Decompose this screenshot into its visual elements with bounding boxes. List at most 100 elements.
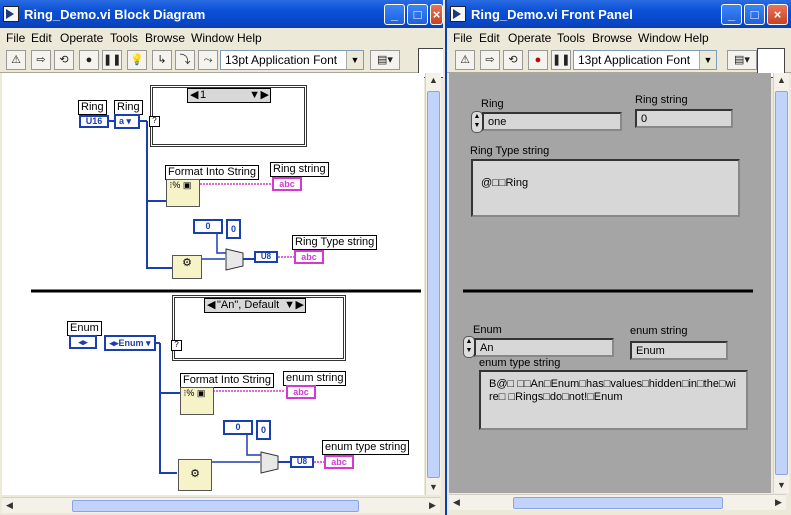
- enum-value: An: [480, 342, 494, 354]
- menu-edit[interactable]: Edit: [31, 31, 52, 45]
- bd-titlebar[interactable]: Ring_Demo.vi Block Diagram _ □ ×: [0, 0, 443, 28]
- case-increment-icon[interactable]: ▶: [296, 299, 304, 312]
- menu-tools[interactable]: Tools: [110, 31, 138, 45]
- menu-help[interactable]: Help: [684, 31, 709, 45]
- chevron-down-icon: ▼: [346, 51, 363, 69]
- font-selector[interactable]: 13pt Application Font ▼: [573, 50, 717, 70]
- align-objects-icon[interactable]: ▤▾: [727, 50, 757, 70]
- menu-edit[interactable]: Edit: [479, 31, 500, 45]
- menu-operate[interactable]: Operate: [508, 31, 551, 45]
- block-diagram-canvas[interactable]: Ring U16 Ring a ▾ ◀ 1 ▼ ▶ ? Format Into …: [2, 73, 424, 495]
- case-decrement-icon[interactable]: ◀: [190, 89, 198, 102]
- enum-string-terminal[interactable]: abc: [286, 385, 316, 399]
- menu-help[interactable]: Help: [237, 31, 262, 45]
- numeric-constant-bottom-2[interactable]: 0: [256, 420, 271, 440]
- front-panel-canvas[interactable]: Ring ▲ ▼ one Ring string 0 Ring Type stri…: [449, 73, 771, 493]
- format-into-string-node[interactable]: ⁝% ▣: [166, 179, 200, 207]
- chevron-down-icon[interactable]: ▼: [284, 299, 295, 312]
- numeric-constant-top[interactable]: 0: [193, 219, 223, 234]
- maximize-icon[interactable]: □: [744, 4, 765, 25]
- run-arrow-icon[interactable]: ⇨: [31, 50, 51, 70]
- variant-to-data-node[interactable]: ⚙: [172, 255, 202, 279]
- format-into-string-node-2[interactable]: ⁝% ▣: [180, 387, 214, 415]
- scroll-up-icon[interactable]: ▲: [427, 74, 440, 87]
- type-cast-node-bottom[interactable]: U8: [290, 456, 314, 468]
- scroll-left-icon[interactable]: ◀: [3, 499, 16, 512]
- scroll-up-icon[interactable]: ▲: [775, 74, 788, 87]
- menu-tools[interactable]: Tools: [557, 31, 585, 45]
- top-case-selector[interactable]: ◀ 1 ▼ ▶: [187, 88, 271, 103]
- enum-type-string-value: B@□ □□An□Enum□has□values□hidden□in□the□w…: [489, 378, 736, 403]
- align-objects-icon[interactable]: ▤▾: [370, 50, 400, 70]
- ring-type-string-label: Ring Type string: [292, 235, 378, 250]
- menu-window[interactable]: Window: [638, 31, 681, 45]
- numeric-constant-top-2[interactable]: 0: [226, 219, 241, 239]
- case-increment-icon[interactable]: ▶: [261, 89, 269, 102]
- minimize-icon[interactable]: _: [384, 4, 405, 25]
- warning-icon[interactable]: ⚠: [6, 50, 26, 70]
- fp-vscroll-thumb[interactable]: [775, 91, 788, 475]
- bd-hscroll-thumb[interactable]: [72, 500, 359, 512]
- menu-file[interactable]: File: [453, 31, 472, 45]
- abort-icon[interactable]: ●: [79, 50, 99, 70]
- scroll-left-icon[interactable]: ◀: [450, 496, 463, 509]
- ring-control[interactable]: one: [482, 112, 622, 131]
- retain-wire-values-icon[interactable]: ↳: [152, 50, 172, 70]
- run-continuous-icon[interactable]: ⟲: [503, 50, 523, 70]
- run-continuous-icon[interactable]: ⟲: [54, 50, 74, 70]
- fp-hscroll-thumb[interactable]: [513, 497, 723, 509]
- enum-string-value: Enum: [636, 345, 665, 357]
- enum-type-string-terminal[interactable]: abc: [324, 455, 354, 469]
- abort-icon[interactable]: ●: [528, 50, 548, 70]
- scroll-right-icon[interactable]: ▶: [772, 496, 785, 509]
- menu-operate[interactable]: Operate: [60, 31, 103, 45]
- enum-constant-label: Enum: [67, 321, 102, 336]
- bottom-case-selector[interactable]: ◀ "An", Default ▼ ▶: [204, 298, 306, 313]
- warning-icon[interactable]: ⚠: [455, 50, 475, 70]
- menu-file[interactable]: File: [6, 31, 25, 45]
- minimize-icon[interactable]: _: [721, 4, 742, 25]
- highlight-execution-icon[interactable]: 💡: [127, 50, 147, 70]
- case-decrement-icon[interactable]: ◀: [207, 299, 215, 312]
- bd-horizontal-scrollbar[interactable]: ◀ ▶: [2, 497, 440, 513]
- scroll-down-icon[interactable]: ▼: [775, 479, 788, 492]
- enum-control[interactable]: An: [474, 338, 614, 357]
- font-selector-value: 13pt Application Font: [578, 53, 691, 67]
- enum-string-label: enum string: [630, 325, 688, 337]
- type-cast-node-top[interactable]: U8: [254, 251, 278, 263]
- font-selector[interactable]: 13pt Application Font ▼: [220, 50, 364, 70]
- step-into-icon[interactable]: ⤵: [175, 50, 195, 70]
- scroll-down-icon[interactable]: ▼: [427, 481, 440, 494]
- top-case-structure[interactable]: ◀ 1 ▼ ▶ ?: [149, 85, 307, 147]
- pause-icon[interactable]: ❚❚: [102, 50, 122, 70]
- numeric-constant-bottom[interactable]: 0: [223, 420, 253, 435]
- step-over-icon[interactable]: ⤳: [198, 50, 218, 70]
- ring-string-terminal[interactable]: abc: [272, 177, 302, 191]
- fp-titlebar[interactable]: Ring_Demo.vi Front Panel _ □ ×: [447, 0, 791, 28]
- bd-vertical-scrollbar[interactable]: ▲ ▼: [425, 73, 441, 495]
- fp-horizontal-scrollbar[interactable]: ◀ ▶: [449, 494, 786, 510]
- chevron-down-icon: ▼: [699, 51, 716, 69]
- run-arrow-icon[interactable]: ⇨: [480, 50, 500, 70]
- menu-browse[interactable]: Browse: [145, 31, 185, 45]
- ring-type-string-terminal[interactable]: abc: [294, 250, 324, 264]
- close-icon[interactable]: ×: [767, 4, 788, 25]
- menu-window[interactable]: Window: [191, 31, 234, 45]
- enum-control-terminal[interactable]: ◂▸Enum ▾: [104, 335, 156, 351]
- ring-label: Ring: [481, 98, 504, 110]
- ring-constant-terminal[interactable]: U16: [79, 115, 109, 128]
- menu-browse[interactable]: Browse: [592, 31, 632, 45]
- enum-constant-terminal[interactable]: ◂▸: [69, 335, 97, 349]
- scroll-right-icon[interactable]: ▶: [426, 499, 439, 512]
- fp-vertical-scrollbar[interactable]: ▲ ▼: [773, 73, 789, 493]
- variant-to-data-node-2[interactable]: ⚙: [178, 459, 212, 491]
- ring-type-string-label: Ring Type string: [470, 145, 550, 157]
- close-icon[interactable]: ×: [430, 4, 443, 25]
- bottom-case-structure[interactable]: ◀ "An", Default ▼ ▶ ?: [171, 295, 346, 361]
- maximize-icon[interactable]: □: [407, 4, 428, 25]
- pause-icon[interactable]: ❚❚: [551, 50, 571, 70]
- chevron-down-icon[interactable]: ▼: [249, 89, 260, 102]
- ring-control-terminal[interactable]: a ▾: [114, 114, 140, 129]
- top-case-selector-value: 1: [200, 89, 207, 101]
- bd-vscroll-thumb[interactable]: [427, 91, 440, 478]
